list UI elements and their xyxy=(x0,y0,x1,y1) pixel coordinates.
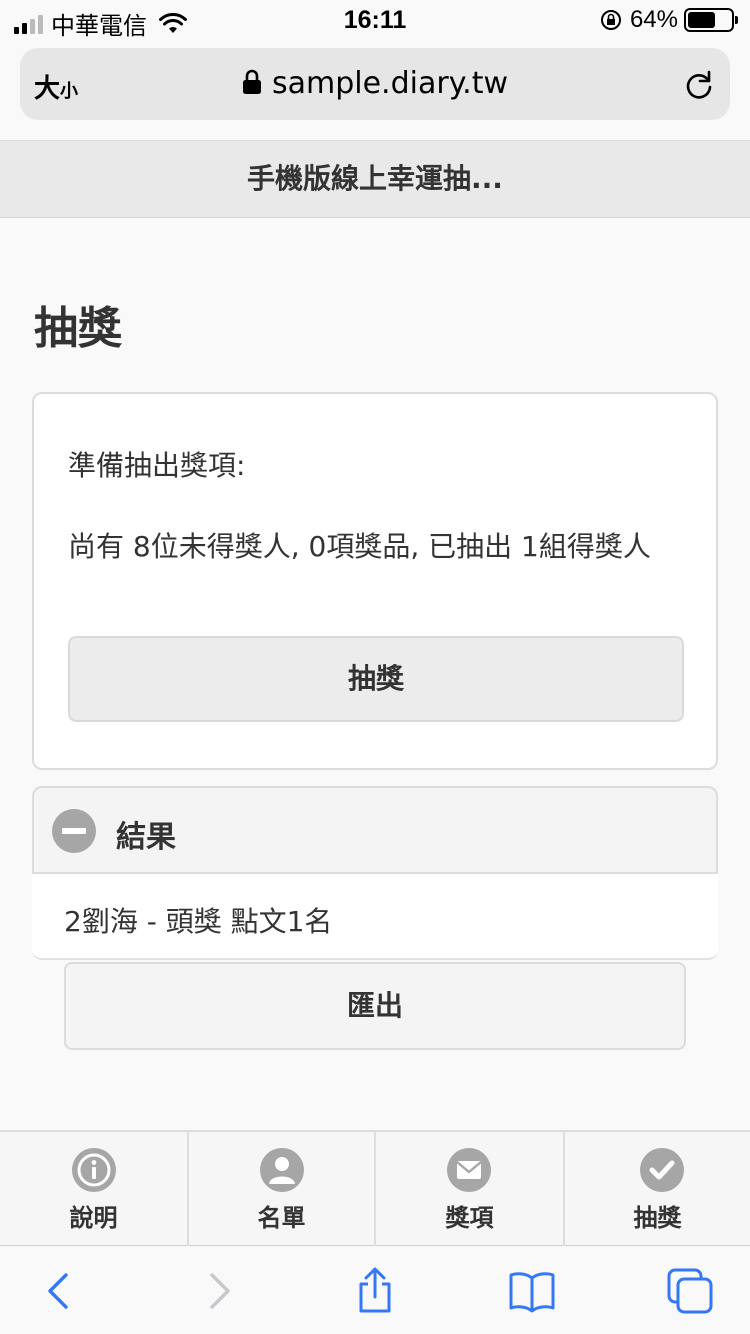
browser-toolbar xyxy=(0,1247,750,1334)
tab-label: 獎項 xyxy=(445,1204,494,1232)
reload-icon[interactable] xyxy=(682,68,716,102)
address-bar[interactable]: 大小 sample.diary.tw xyxy=(20,48,730,120)
padlock-icon xyxy=(242,69,261,94)
draw-card: 準備抽出獎項: 尚有 8位未得獎人, 0項獎品, 已抽出 1組得獎人 抽獎 xyxy=(32,392,718,770)
page-title: 抽獎 xyxy=(34,303,122,354)
info-icon xyxy=(72,1148,116,1192)
bookmarks-icon[interactable] xyxy=(508,1267,556,1315)
person-icon xyxy=(260,1148,304,1192)
tab-list[interactable]: 名單 xyxy=(189,1132,376,1246)
tab-label: 說明 xyxy=(69,1204,118,1232)
rotation-lock-icon xyxy=(600,10,621,30)
results-title: 結果 xyxy=(116,820,176,855)
mail-icon xyxy=(447,1148,491,1192)
share-icon[interactable] xyxy=(351,1267,399,1315)
collapse-icon xyxy=(52,809,96,853)
tab-info[interactable]: 說明 xyxy=(0,1132,189,1246)
draw-summary: 尚有 8位未得獎人, 0項獎品, 已抽出 1組得獎人 xyxy=(68,530,651,563)
tab-label: 名單 xyxy=(257,1204,306,1232)
tabs-icon[interactable] xyxy=(666,1267,714,1315)
back-icon[interactable] xyxy=(34,1267,82,1315)
page-header: 手機版線上幸運抽... xyxy=(0,140,750,218)
url-text: sample.diary.tw xyxy=(271,66,508,101)
status-right: 64% xyxy=(600,6,738,34)
battery-fill xyxy=(688,12,715,28)
battery-percent: 64% xyxy=(629,6,678,33)
forward-icon[interactable] xyxy=(196,1267,244,1315)
draw-button[interactable]: 抽獎 xyxy=(68,636,684,722)
battery-icon xyxy=(684,8,738,32)
tab-prizes[interactable]: 獎項 xyxy=(376,1132,565,1246)
tab-draw[interactable]: 抽獎 xyxy=(565,1132,750,1246)
results-header[interactable]: 結果 xyxy=(32,786,718,874)
tab-label: 抽獎 xyxy=(633,1204,682,1232)
check-icon xyxy=(640,1148,684,1192)
export-button[interactable]: 匯出 xyxy=(64,962,686,1050)
screen: 中華電信 16:11 64% 大小 sample.diary.tw 手機版線上幸… xyxy=(0,0,750,1334)
tab-bar: 說明 名單 獎項 抽獎 xyxy=(0,1130,750,1246)
list-item: 2劉海 - 頭獎 點文1名 xyxy=(64,905,333,938)
url-field[interactable]: sample.diary.tw xyxy=(20,66,730,101)
status-bar: 中華電信 16:11 64% xyxy=(0,0,750,40)
results-body: 2劉海 - 頭獎 點文1名 xyxy=(32,874,718,960)
draw-prompt: 準備抽出獎項: xyxy=(68,449,246,482)
